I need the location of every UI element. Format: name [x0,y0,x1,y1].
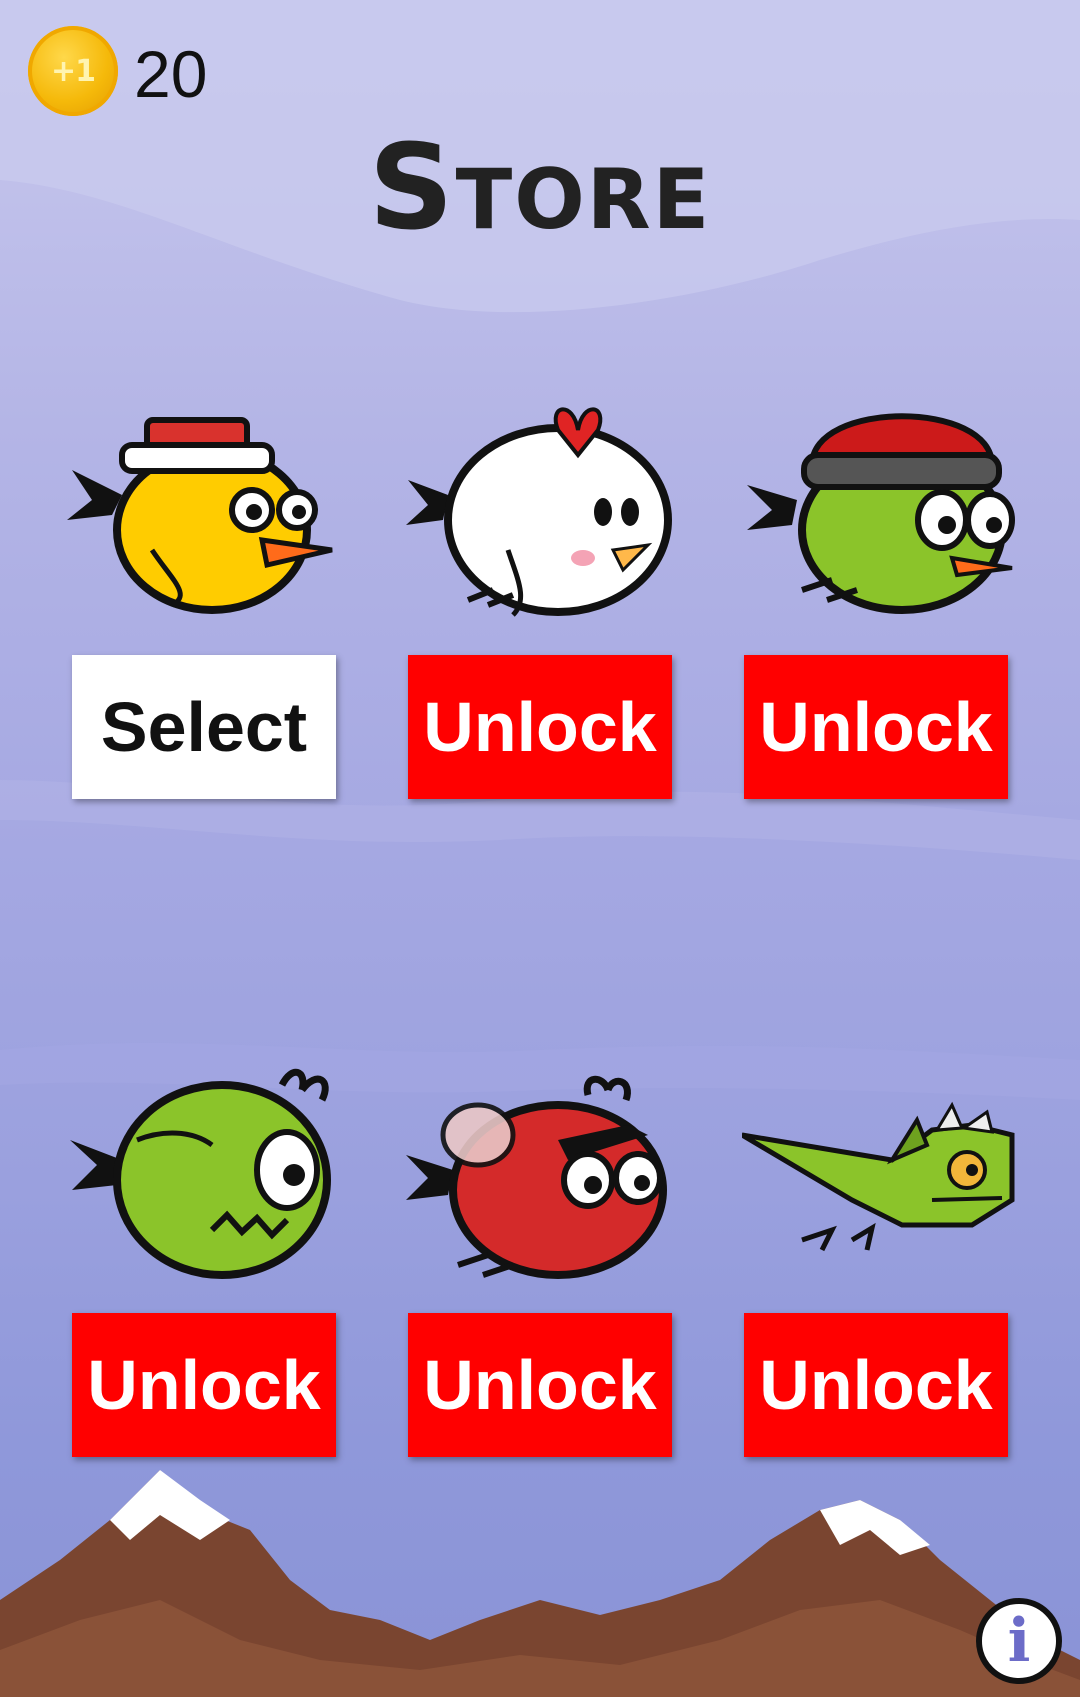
select-button[interactable]: Select [72,655,336,799]
red-angry-bird-icon[interactable] [398,1070,678,1300]
info-button[interactable]: i [976,1598,1062,1684]
unlock-button[interactable]: Unlock [744,655,1008,799]
white-bird-icon[interactable] [398,400,678,630]
green-dragon-icon[interactable] [742,1090,1022,1320]
store-grid: Select Unlock Unlock Unlock Unlock Unloc… [0,0,1080,1697]
unlock-button[interactable]: Unlock [408,1313,672,1457]
unlock-button[interactable]: Unlock [408,655,672,799]
yellow-bird-icon[interactable] [62,400,342,630]
unlock-button[interactable]: Unlock [744,1313,1008,1457]
info-icon: i [1007,1606,1031,1676]
green-zombie-bird-icon[interactable] [62,1060,342,1290]
unlock-button[interactable]: Unlock [72,1313,336,1457]
green-beanie-bird-icon[interactable] [742,390,1022,620]
